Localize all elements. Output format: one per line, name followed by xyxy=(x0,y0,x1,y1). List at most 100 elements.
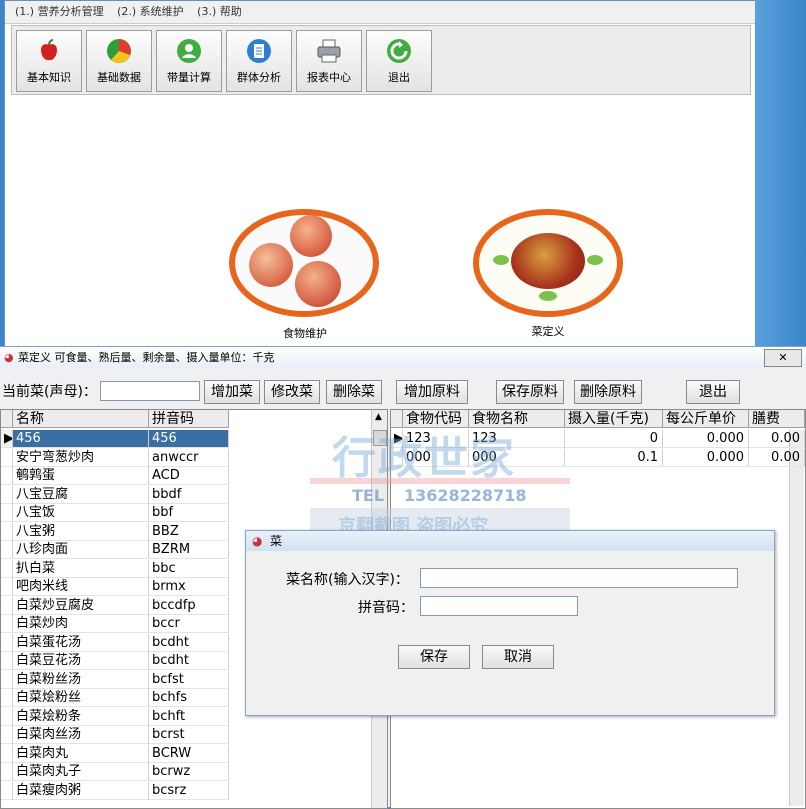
dish-pinyin-cell[interactable]: bcrwz xyxy=(149,763,229,781)
dish-pinyin-cell[interactable]: ACD xyxy=(149,467,229,485)
row-indicator[interactable] xyxy=(1,744,13,763)
dish-pinyin-cell[interactable]: BBZ xyxy=(149,522,229,541)
row-indicator[interactable] xyxy=(1,596,13,615)
exit-button[interactable]: 退出 xyxy=(366,30,432,92)
dish-name-cell[interactable]: 吧肉米线 xyxy=(13,578,149,596)
dish-pinyin-cell[interactable]: bcsrz xyxy=(149,781,229,800)
dish-name-input[interactable] xyxy=(420,568,738,588)
unit-price-cell[interactable]: 0.000 xyxy=(663,448,749,467)
dish-name-cell[interactable]: 扒白菜 xyxy=(13,559,149,578)
column-header-cost[interactable]: 膳费 xyxy=(749,410,805,428)
dish-pinyin-cell[interactable]: bcdht xyxy=(149,652,229,670)
dish-name-cell[interactable]: 白菜粉丝汤 xyxy=(13,670,149,689)
dish-name-cell[interactable]: 白菜肉丝汤 xyxy=(13,726,149,744)
dish-window-title: 菜定义 可食量、熟后量、剩余量、摄入量单位：千克 xyxy=(18,351,275,364)
row-indicator[interactable] xyxy=(1,522,13,541)
dish-name-cell[interactable]: 鹌鹑蛋 xyxy=(13,467,149,485)
row-indicator[interactable] xyxy=(1,781,13,800)
dish-name-cell[interactable]: 安宁弯葱炒肉 xyxy=(13,448,149,467)
row-indicator[interactable]: ▶ xyxy=(1,430,13,448)
row-indicator[interactable] xyxy=(1,670,13,689)
menu-help[interactable]: (3.) 帮助 xyxy=(197,1,242,23)
pinyin-label: 拼音码： xyxy=(358,600,414,616)
dish-pinyin-cell[interactable]: bccdfp xyxy=(149,596,229,615)
delete-ingredient-button[interactable]: 删除原料 xyxy=(574,380,642,404)
current-dish-input[interactable] xyxy=(100,381,200,401)
dish-pinyin-cell[interactable]: bbc xyxy=(149,559,229,578)
dish-name-cell[interactable]: 白菜肉丸子 xyxy=(13,763,149,781)
row-indicator[interactable] xyxy=(1,541,13,559)
add-dish-button[interactable]: 增加菜 xyxy=(204,380,260,404)
dish-pinyin-cell[interactable]: BCRW xyxy=(149,744,229,763)
dish-pinyin-cell[interactable]: brmx xyxy=(149,578,229,596)
dish-name-cell[interactable]: 白菜瘦肉粥 xyxy=(13,781,149,800)
save-ingredient-button[interactable]: 保存原料 xyxy=(496,380,564,404)
exit-dish-window-button[interactable]: 退出 xyxy=(686,380,740,404)
row-indicator[interactable] xyxy=(1,615,13,633)
row-indicator[interactable] xyxy=(1,485,13,504)
row-indicator[interactable] xyxy=(1,448,13,467)
dish-name-cell[interactable]: 白菜炒豆腐皮 xyxy=(13,596,149,615)
basic-knowledge-button[interactable]: 基本知识 xyxy=(16,30,82,92)
dish-pinyin-cell[interactable]: BZRM xyxy=(149,541,229,559)
dialog-cancel-button[interactable]: 取消 xyxy=(482,645,554,669)
dish-pinyin-cell[interactable]: bccr xyxy=(149,615,229,633)
dish-pinyin-cell[interactable]: bchft xyxy=(149,707,229,726)
dish-name-cell[interactable]: 白菜烩粉丝 xyxy=(13,689,149,707)
dish-name-cell[interactable]: 456 xyxy=(13,430,149,448)
column-header-pinyin[interactable]: 拼音码 xyxy=(149,410,229,428)
unit-price-cell[interactable]: 0.000 xyxy=(663,430,749,448)
row-indicator[interactable] xyxy=(1,504,13,522)
dish-name-cell[interactable]: 白菜豆花汤 xyxy=(13,652,149,670)
cost-cell[interactable]: 0.00 xyxy=(749,430,805,448)
dish-name-cell[interactable]: 八宝粥 xyxy=(13,522,149,541)
food-maintenance-tile[interactable] xyxy=(229,209,379,317)
intake-cell[interactable]: 0 xyxy=(565,430,663,448)
pinyin-input[interactable] xyxy=(420,596,578,616)
row-indicator[interactable] xyxy=(1,633,13,652)
dialog-save-button[interactable]: 保存 xyxy=(398,645,470,669)
row-indicator[interactable] xyxy=(1,559,13,578)
menu-system[interactable]: (2.) 系统维护 xyxy=(117,1,184,23)
row-indicator[interactable] xyxy=(1,578,13,596)
dish-pinyin-cell[interactable]: bchfs xyxy=(149,689,229,707)
dish-pinyin-cell[interactable]: bbdf xyxy=(149,485,229,504)
dish-pinyin-cell[interactable]: 456 xyxy=(149,430,229,448)
exit-icon xyxy=(387,39,411,63)
add-ingredient-button[interactable]: 增加原料 xyxy=(396,380,468,404)
edit-dish-button[interactable]: 修改菜 xyxy=(264,380,320,404)
dish-pinyin-cell[interactable]: bcrst xyxy=(149,726,229,744)
row-indicator[interactable] xyxy=(1,689,13,707)
group-analysis-button[interactable]: 群体分析 xyxy=(226,30,292,92)
dish-name-cell[interactable]: 白菜蛋花汤 xyxy=(13,633,149,652)
dish-pinyin-cell[interactable]: anwccr xyxy=(149,448,229,467)
row-indicator[interactable] xyxy=(1,652,13,670)
ingredient-grid-scrollbar[interactable] xyxy=(789,430,804,806)
report-center-button[interactable]: 报表中心 xyxy=(296,30,362,92)
menu-nutrition[interactable]: (1.) 营养分析管理 xyxy=(15,1,104,23)
row-indicator[interactable] xyxy=(1,726,13,744)
dish-name-cell[interactable]: 八宝饭 xyxy=(13,504,149,522)
dish-name-cell[interactable]: 白菜烩粉条 xyxy=(13,707,149,726)
dish-pinyin-cell[interactable]: bcfst xyxy=(149,670,229,689)
delete-dish-button[interactable]: 删除菜 xyxy=(326,380,382,404)
dish-pinyin-cell[interactable]: bcdht xyxy=(149,633,229,652)
cost-cell[interactable]: 0.00 xyxy=(749,448,805,467)
column-header-unit-price[interactable]: 每公斤单价 xyxy=(663,410,749,428)
dish-name-cell[interactable]: 八珍肉面 xyxy=(13,541,149,559)
dish-pinyin-cell[interactable]: bbf xyxy=(149,504,229,522)
dish-name-cell[interactable]: 白菜肉丸 xyxy=(13,744,149,763)
row-indicator[interactable] xyxy=(1,763,13,781)
row-indicator[interactable] xyxy=(1,707,13,726)
base-data-button[interactable]: 基础数据 xyxy=(86,30,152,92)
quantity-calc-button[interactable]: 带量计算 xyxy=(156,30,222,92)
dish-definition-tile[interactable] xyxy=(473,209,623,317)
dish-name-label: 菜名称(输入汉字)： xyxy=(286,572,409,588)
dish-name-cell[interactable]: 白菜炒肉 xyxy=(13,615,149,633)
close-button[interactable]: ✕ xyxy=(764,349,802,367)
column-header-name[interactable]: 名称 xyxy=(13,410,149,428)
intake-cell[interactable]: 0.1 xyxy=(565,448,663,467)
column-header-intake[interactable]: 摄入量(千克) xyxy=(565,410,663,428)
row-indicator[interactable] xyxy=(1,467,13,485)
dish-name-cell[interactable]: 八宝豆腐 xyxy=(13,485,149,504)
